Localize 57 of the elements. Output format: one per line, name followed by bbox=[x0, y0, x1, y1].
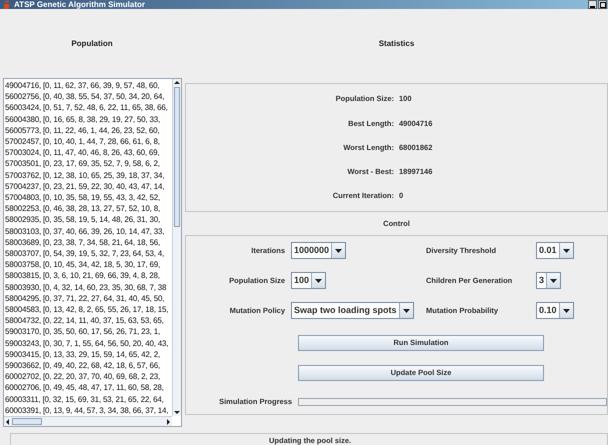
population-heading: Population bbox=[71, 38, 113, 50]
population-row[interactable]: 60003311, [0, 32, 15, 69, 31, 53, 21, 65, 22, 64, bbox=[5, 394, 172, 405]
caret-icon bbox=[335, 248, 342, 252]
caret-icon bbox=[562, 248, 570, 252]
population-row[interactable]: 57003762, [0, 12, 38, 10, 65, 25, 39, 18, 37, 34, bbox=[5, 170, 172, 181]
maximize-button[interactable] bbox=[598, 0, 607, 9]
caret-icon bbox=[315, 278, 322, 282]
caret-icon bbox=[402, 308, 410, 312]
statistics-heading: Statistics bbox=[378, 38, 414, 50]
population-row[interactable]: 59003662, [0, 49, 40, 22, 68, 42, 18, 6, 57, 66, bbox=[5, 360, 172, 372]
population-row[interactable]: 59003170, [0, 35, 50, 60, 17, 56, 26, 71, 23, 1, bbox=[5, 326, 172, 338]
population-row[interactable]: 56005773, [0, 11, 22, 46, 1, 44, 26, 23, 52, 60, bbox=[5, 124, 172, 136]
population-row[interactable]: 59003243, [0, 30, 7, 1, 55, 64, 56, 50, 20, 40, 43, bbox=[5, 338, 172, 349]
population-row[interactable]: 58003103, [0, 37, 40, 66, 39, 26, 10, 14, 47, 33, bbox=[5, 226, 172, 237]
scroll-thumb[interactable] bbox=[12, 418, 42, 426]
population-row[interactable]: 60002702, [0, 22, 20, 37, 70, 40, 69, 68, 2, 23, bbox=[5, 371, 172, 382]
population-row[interactable]: 58002253, [0, 46, 38, 28, 13, 27, 57, 52, 10, 8, bbox=[5, 203, 172, 214]
scroll-up-icon[interactable] bbox=[173, 79, 181, 87]
population-row[interactable]: 58004295, [0, 37, 71, 22, 27, 64, 31, 40, 45, 50, bbox=[5, 292, 172, 304]
minimize-button[interactable] bbox=[588, 0, 597, 9]
coffee-cup-icon bbox=[3, 0, 11, 9]
dropdown[interactable]: Swap two loading spots bbox=[291, 302, 414, 319]
scroll-down-icon[interactable] bbox=[173, 408, 181, 416]
population-row[interactable]: 56002756, [0, 40, 38, 55, 54, 37, 50, 34, 20, 64, bbox=[5, 91, 172, 102]
scroll-right-icon[interactable] bbox=[164, 418, 172, 426]
population-row[interactable]: 56003424, [0, 51, 7, 52, 48, 6, 22, 11, 65, 38, 66, bbox=[5, 102, 172, 114]
maximize-icon bbox=[600, 2, 606, 8]
dropdown[interactable]: 100 bbox=[291, 272, 326, 289]
population-row[interactable]: 60003391, [0, 13, 9, 44, 57, 3, 34, 38, 66, 37, 14, bbox=[5, 404, 172, 416]
population-row[interactable]: 58004732, [0, 22, 14, 11, 40, 37, 15, 63, 53, 65, bbox=[5, 315, 172, 326]
population-row[interactable]: 58003930, [0, 4, 32, 14, 60, 23, 35, 30, 68, 7, 38 bbox=[5, 282, 172, 293]
caret-icon bbox=[562, 308, 570, 312]
population-row[interactable]: 49004716, [0, 11, 62, 37, 66, 39, 9, 57, 48, 60, bbox=[5, 80, 172, 92]
population-row[interactable]: 58003815, [0, 3, 6, 10, 21, 69, 66, 39, 4, 8, 28, bbox=[5, 270, 172, 282]
minimize-icon bbox=[590, 5, 595, 8]
population-row[interactable]: 58003707, [0, 54, 39, 19, 5, 32, 7, 23, 64, 53, 4, bbox=[5, 248, 172, 260]
scroll-thumb[interactable] bbox=[174, 87, 180, 227]
population-row[interactable]: 58003758, [0, 10, 45, 34, 42, 18, 5, 30, 17, 69, bbox=[5, 259, 172, 270]
population-row[interactable]: 58002935, [0, 35, 58, 19, 5, 14, 48, 26, 31, 30, bbox=[5, 214, 172, 226]
population-row[interactable]: 56004380, [0, 16, 65, 8, 38, 29, 19, 27, 50, 33, bbox=[5, 114, 172, 125]
dropdown[interactable]: 3 bbox=[536, 272, 562, 289]
dropdown[interactable]: 0.01 bbox=[536, 242, 574, 259]
population-row[interactable]: 57002457, [0, 10, 40, 1, 44, 7, 28, 66, 61, 6, 8, bbox=[5, 136, 172, 148]
dropdown[interactable]: 0.10 bbox=[536, 302, 574, 319]
population-row[interactable]: 60002706, [0, 49, 45, 48, 47, 17, 11, 60, 58, 28, bbox=[5, 382, 172, 394]
population-row[interactable]: 57004803, [0, 10, 35, 58, 19, 55, 43, 3, 42, 52, bbox=[5, 192, 172, 204]
population-row[interactable]: 57004237, [0, 23, 21, 59, 22, 30, 40, 43, 47, 14, bbox=[5, 180, 172, 192]
population-row[interactable]: 57003024, [0, 11, 47, 40, 46, 8, 26, 43, 60, 69, bbox=[5, 147, 172, 158]
vertical-scrollbar[interactable] bbox=[172, 79, 181, 416]
population-row[interactable]: 57003501, [0, 23, 17, 69, 35, 52, 7, 9, 58, 6, 2, bbox=[5, 158, 172, 170]
dropdown[interactable]: 1000000 bbox=[291, 242, 346, 259]
caret-icon bbox=[550, 278, 558, 282]
horizontal-scrollbar[interactable] bbox=[4, 416, 172, 426]
population-row[interactable]: 58003689, [0, 23, 38, 7, 34, 58, 21, 64, 18, 56, bbox=[5, 236, 172, 248]
population-row[interactable]: 59003415, [0, 13, 33, 29, 15, 59, 14, 65, 42, 2, bbox=[5, 348, 172, 360]
population-row[interactable]: 58004583, [0, 13, 42, 8, 2, 65, 55, 26, 17, 18, 15, bbox=[5, 304, 172, 316]
window-title: ATSP Genetic Algorithm Simulator bbox=[14, 0, 145, 8]
